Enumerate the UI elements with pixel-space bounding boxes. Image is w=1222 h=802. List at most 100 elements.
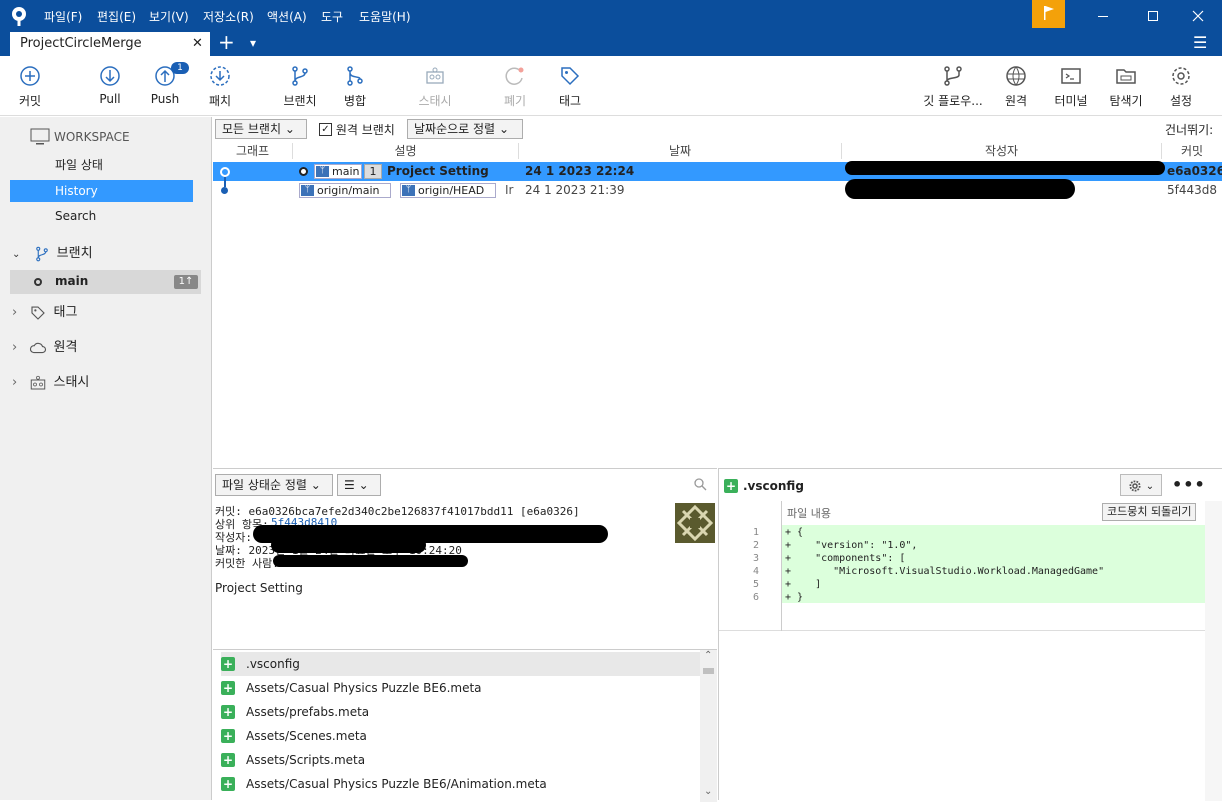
terminal-icon [1061, 68, 1081, 84]
commit-description: Project Setting [387, 164, 489, 178]
sidebar-branch-main[interactable]: main 1↑ [10, 270, 201, 294]
workspace-header: WORKSPACE [54, 130, 130, 144]
tag-icon [561, 67, 580, 86]
ahead-badge: 1↑ [174, 275, 198, 289]
sidebar-item-history[interactable]: History [10, 180, 193, 202]
scroll-down-icon[interactable]: ⌄ [704, 786, 712, 797]
view-mode-dropdown[interactable]: ☰ ⌄ [337, 474, 381, 496]
commit-hash: 5f443d8 [1167, 183, 1218, 197]
menu-repository[interactable]: 저장소(R) [203, 8, 254, 25]
push-count-badge: 1 [171, 62, 189, 74]
branch-icon [35, 246, 48, 261]
more-options-icon[interactable]: ••• [1172, 475, 1206, 494]
menu-tools[interactable]: 도구 [321, 8, 343, 25]
file-row-selected[interactable]: + .vsconfig [221, 652, 706, 676]
remotes-section[interactable]: › 원격 [12, 337, 77, 359]
menu-edit[interactable]: 편집(E) [97, 8, 136, 25]
scroll-up-icon[interactable]: ⌃ [704, 650, 712, 661]
tab-close-icon[interactable]: ✕ [192, 36, 203, 51]
changed-files-list: + .vsconfig + Assets/Casual Physics Puzzle… [213, 649, 717, 802]
chevron-down-icon: ⌄ [12, 249, 21, 260]
commit-description: Ir [505, 183, 514, 197]
explorer-button[interactable]: 탐색기 [1096, 64, 1156, 109]
scrollbar[interactable]: ⌃ ⌄ [700, 650, 717, 802]
diff-settings-dropdown[interactable]: ⌄ [1120, 474, 1162, 496]
col-graph[interactable]: 그래프 [213, 143, 293, 159]
checkbox-icon: ✓ [319, 123, 332, 136]
maximize-icon[interactable] [1145, 8, 1161, 24]
search-icon[interactable] [693, 477, 707, 491]
menu-file[interactable]: 파일(F) [44, 8, 82, 25]
diff-scrollbar[interactable] [1205, 501, 1222, 801]
col-description[interactable]: 설명 [293, 143, 519, 159]
file-row[interactable]: + Assets/Casual Physics Puzzle BE6.meta [221, 676, 701, 700]
sidebar-item-search[interactable]: Search [10, 205, 193, 227]
menu-view[interactable]: 보기(V) [149, 8, 189, 25]
col-author[interactable]: 작성자 [842, 143, 1162, 159]
menu-actions[interactable]: 액션(A) [267, 8, 307, 25]
branch-button[interactable]: 브랜치 [270, 64, 330, 109]
gitflow-button[interactable]: 깃 플로우... [918, 64, 988, 109]
file-row[interactable]: + Assets/Casual Physics Puzzle BE6/Animat… [221, 772, 701, 796]
revert-hunk-button[interactable]: 코드뭉치 되돌리기 [1102, 503, 1197, 521]
file-row[interactable]: + Assets/prefabs.meta [221, 700, 701, 724]
remote-branches-checkbox[interactable]: ✓ 원격 브랜치 [319, 121, 395, 137]
hunk-header-label: 파일 내용 [787, 507, 831, 520]
toolbar: 커밋 Pull Push 1 패치 브랜치 병합 스태시 폐기 태그 깃 플로우… [0, 56, 1222, 116]
patch-button[interactable]: 패치 [190, 64, 250, 109]
branch-icon: ᛘ [402, 185, 415, 196]
graph-line [224, 177, 226, 187]
commit-hash-line: 커밋: e6a0326bca7efe2d340c2be126837f41017b… [215, 505, 580, 518]
chevron-right-icon: › [12, 340, 18, 355]
pull-button[interactable]: Pull [80, 64, 140, 106]
discard-button[interactable]: 폐기 [485, 64, 545, 109]
diff-panel: + .vsconfig ⌄ ••• 파일 내용 코드뭉치 되돌리기 1 + { 2… [718, 468, 1222, 801]
author-avatar [675, 503, 715, 543]
menu-help[interactable]: 도움말(H) [359, 8, 411, 25]
stash-button[interactable]: 스태시 [405, 64, 465, 109]
tab-dropdown-icon[interactable]: ▾ [250, 36, 256, 50]
col-commit[interactable]: 커밋 [1162, 143, 1222, 159]
redaction [273, 555, 468, 567]
flag-icon[interactable] [1032, 0, 1065, 28]
terminal-button[interactable]: 터미널 [1041, 64, 1101, 109]
branches-section[interactable]: ⌄ 브랜치 [12, 243, 93, 265]
add-tab-icon[interactable]: + [218, 30, 235, 54]
tag-button[interactable]: 태그 [540, 64, 600, 109]
chevron-down-icon: ⌄ [498, 122, 509, 136]
gear-icon [1172, 67, 1190, 85]
file-sort-dropdown[interactable]: 파일 상태순 정렬 ⌄ [215, 474, 333, 496]
branch-icon: ᛘ [301, 185, 314, 196]
gitflow-icon [944, 66, 962, 86]
branch-tag: ᛘ main [314, 164, 362, 179]
close-icon[interactable] [1190, 8, 1206, 24]
sidebar-item-file-status[interactable]: 파일 상태 [10, 154, 193, 176]
branch-filter-dropdown[interactable]: 모든 브랜치 ⌄ [215, 119, 307, 139]
sort-dropdown[interactable]: 날짜순으로 정렬 ⌄ [407, 119, 523, 139]
merge-button[interactable]: 병합 [325, 64, 385, 109]
commit-button[interactable]: 커밋 [0, 64, 60, 109]
repo-tab[interactable]: ProjectCircleMerge ✕ [10, 32, 210, 56]
history-panel: 모든 브랜치 ⌄ ✓ 원격 브랜치 날짜순으로 정렬 ⌄ 건너뛰기: 그래프 설… [213, 117, 1222, 467]
head-icon [299, 167, 308, 176]
added-icon: + [221, 657, 235, 671]
commit-details-panel: 파일 상태순 정렬 ⌄ ☰ ⌄ 커밋: e6a0326bca7efe2d340c… [213, 468, 717, 802]
col-date[interactable]: 날짜 [519, 143, 842, 159]
hamburger-icon[interactable]: ☰ [1193, 33, 1207, 52]
added-icon: + [221, 729, 235, 743]
remote-button[interactable]: 원격 [986, 64, 1046, 109]
push-button[interactable]: Push 1 [135, 62, 195, 106]
redaction [845, 179, 1075, 199]
stashes-section[interactable]: › 스태시 [12, 372, 89, 394]
file-row[interactable]: + Assets/Scripts.meta [221, 748, 701, 772]
scroll-thumb[interactable] [703, 668, 714, 674]
minimize-icon[interactable] [1095, 8, 1111, 24]
globe-icon [1006, 66, 1026, 86]
settings-button[interactable]: 설정 [1151, 64, 1211, 109]
diff-line: 4 + "Microsoft.VisualStudio.Workload.Mana… [752, 566, 1105, 577]
chevron-right-icon: › [12, 375, 18, 390]
file-row[interactable]: + Assets/Scenes.meta [221, 724, 701, 748]
added-icon: + [221, 705, 235, 719]
tags-section[interactable]: › 태그 [12, 302, 77, 324]
merge-icon [347, 66, 363, 86]
